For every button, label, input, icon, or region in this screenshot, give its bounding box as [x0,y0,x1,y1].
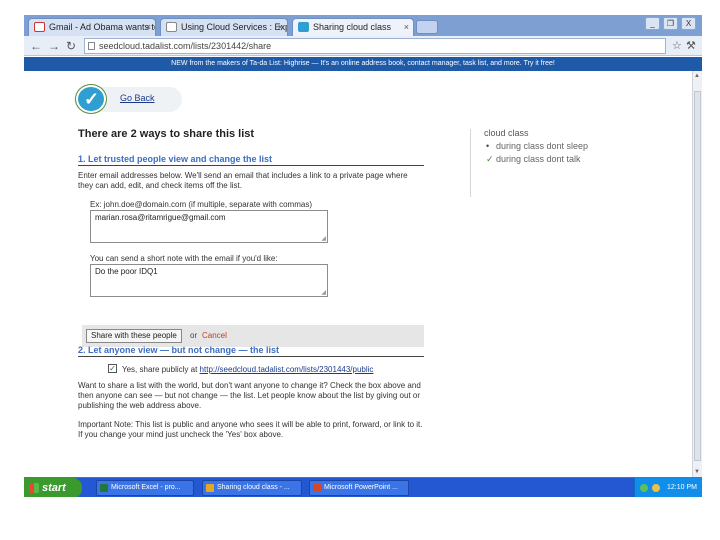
close-icon[interactable]: × [146,19,151,35]
check-icon: ✓ [486,154,494,164]
star-icon[interactable]: ☆ [672,39,682,52]
vertical-scrollbar[interactable]: ▲ ▼ [692,71,702,477]
volume-icon[interactable] [652,484,660,492]
close-window-button[interactable]: X [681,17,696,30]
network-icon[interactable] [640,484,648,492]
section-2-heading: 2. Let anyone view — but not change — th… [78,345,280,355]
page-title: There are 2 ways to share this list [78,128,255,140]
minimize-button[interactable]: _ [645,17,660,30]
checkbox-label-text: Yes, share publicly at [122,365,198,374]
gmail-icon [34,22,45,32]
emails-field[interactable]: marian.rosa@ritamrigue@gmail.com ◢ [90,210,328,243]
task-text: during class dont talk [496,154,581,164]
sidebar-list-name: cloud class [484,128,529,138]
scrollbar-thumb[interactable] [694,91,701,461]
bullet-icon: • [486,141,490,151]
resize-grip-icon[interactable]: ◢ [321,235,326,242]
tadalist-icon [298,22,309,32]
emails-label: Ex: john.doe@domain.com (if multiple, se… [90,200,312,209]
start-label: start [42,482,66,494]
close-icon[interactable]: × [404,19,409,35]
section-1-intro: Enter email addresses below. We'll send … [78,171,408,190]
sidebar-task-item: • during class dont sleep [486,141,588,151]
excel-icon [100,484,108,492]
share-publicly-checkbox[interactable]: ✓ [108,364,117,373]
tab-label: Gmail - Ad Obama wants to... [49,22,156,32]
new-tab-button[interactable] [416,20,438,34]
powerpoint-icon [313,484,321,492]
message-field[interactable]: Do the poor IDQ1 ◢ [90,264,328,297]
cancel-link[interactable]: Cancel [202,331,227,340]
promo-banner[interactable]: NEW from the makers of Ta-da List: Highr… [24,57,702,71]
maximize-button[interactable]: ❐ [663,17,678,30]
taskbar-item-powerpoint[interactable]: Microsoft PowerPoint ... [309,480,409,496]
address-bar[interactable]: seedcloud.tadalist.com/lists/2301442/sha… [84,38,666,54]
forward-arrow-icon[interactable]: → [48,38,60,54]
section-1-heading: 1. Let trusted people view and change th… [78,154,273,164]
public-url-link[interactable]: http://seedcloud.tadalist.com/lists/2301… [200,365,374,374]
emails-value: marian.rosa@ritamrigue@gmail.com [95,213,226,222]
browser-window: Gmail - Ad Obama wants to... × Using Clo… [24,15,702,497]
divider [78,165,424,166]
chrome-icon [206,484,214,492]
sidebar-divider [470,129,471,197]
tab-gmail[interactable]: Gmail - Ad Obama wants to... × [28,18,156,36]
tab-label: Using Cloud Services : Explori... [181,22,287,32]
task-text: during class dont sleep [496,141,589,151]
divider [78,356,424,357]
clock[interactable]: 12:10 PM [667,478,697,497]
go-back-link[interactable]: Go Back [120,93,155,103]
tadalist-logo: ✓ [76,85,106,113]
taskbar-item-excel[interactable]: Microsoft Excel - pro... [96,480,194,496]
windows-logo-icon [29,483,39,493]
important-note: Important Note: This list is public and … [78,420,423,439]
close-icon[interactable]: × [278,19,283,35]
taskbar-item-label: Microsoft Excel - pro... [111,484,181,491]
browser-toolbar: ← → ↻ seedcloud.tadalist.com/lists/23014… [24,36,702,56]
share-action-bar: Share with these people or Cancel [82,325,424,347]
scroll-down-icon[interactable]: ▼ [694,469,700,475]
message-value: Do the poor IDQ1 [95,267,158,276]
promo-banner-text: NEW from the makers of Ta-da List: Highr… [171,60,555,67]
page-icon [166,22,177,32]
share-publicly-label[interactable]: Yes, share publicly at http://seedcloud.… [122,365,373,374]
check-icon: ✓ [84,89,100,109]
tab-label: Sharing cloud class [313,22,392,32]
share-with-people-button[interactable]: Share with these people [86,329,182,343]
windows-taskbar: start Microsoft Excel - pro... Sharing c… [24,477,702,497]
tab-strip: Gmail - Ad Obama wants to... × Using Clo… [24,15,702,36]
taskbar-item-browser[interactable]: Sharing cloud class - ... [202,480,302,496]
scroll-up-icon[interactable]: ▲ [694,73,700,79]
tab-cloud-services[interactable]: Using Cloud Services : Explori... × [160,18,288,36]
page-icon [88,42,95,50]
sidebar-task-item: ✓ during class dont talk [486,154,581,165]
taskbar-item-label: Sharing cloud class - ... [217,484,290,491]
message-label: You can send a short note with the email… [90,254,278,263]
taskbar-item-label: Microsoft PowerPoint ... [324,484,398,491]
or-text: or [190,331,198,340]
resize-grip-icon[interactable]: ◢ [321,289,326,296]
section-2-description: Want to share a list with the world, but… [78,381,421,410]
system-tray: 12:10 PM [634,478,702,497]
page-content: ✓ Go Back There are 2 ways to share this… [24,71,692,477]
tab-sharing-cloud-class[interactable]: Sharing cloud class × [292,18,414,36]
start-button[interactable]: start [24,478,82,497]
back-arrow-icon[interactable]: ← [30,38,42,54]
wrench-icon[interactable]: ⚒ [686,39,696,52]
url-text: seedcloud.tadalist.com/lists/2301442/sha… [99,41,272,51]
reload-icon[interactable]: ↻ [66,38,76,54]
